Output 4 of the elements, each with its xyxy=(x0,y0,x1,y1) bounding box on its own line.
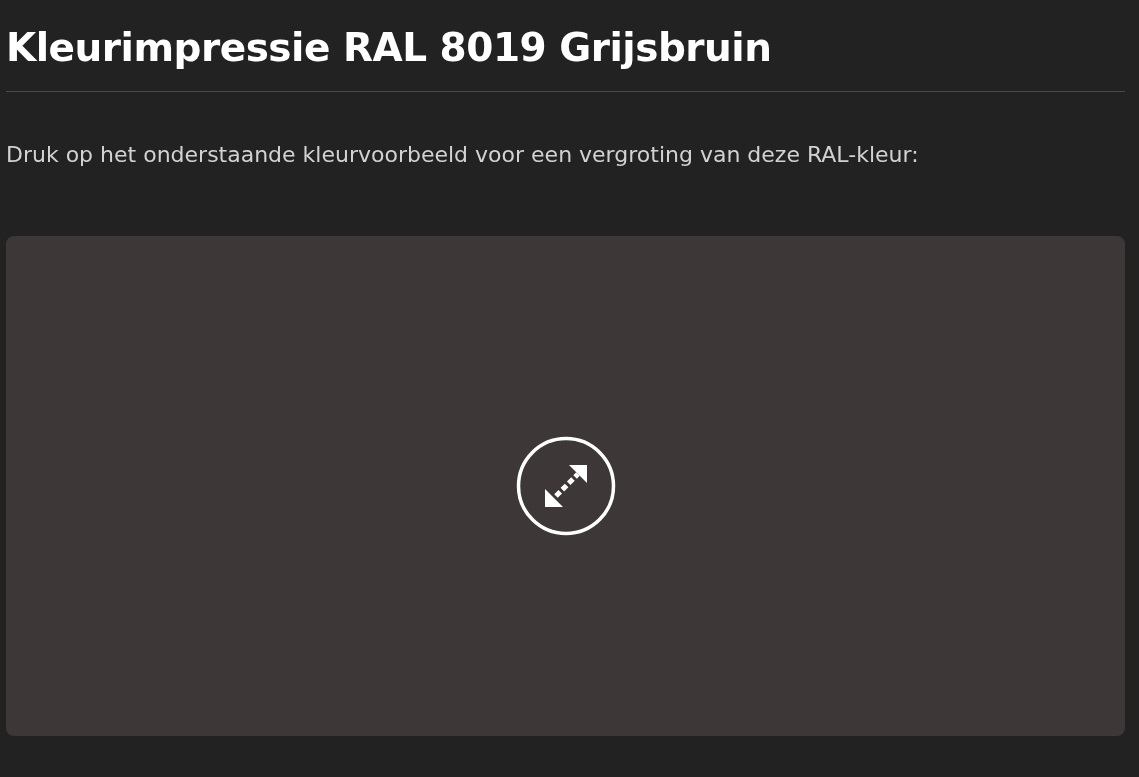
color-swatch[interactable] xyxy=(6,236,1125,736)
page-title: Kleurimpressie RAL 8019 Grijsbruin xyxy=(6,24,772,72)
expand-icon xyxy=(515,436,616,536)
intro-text: Druk op het onderstaande kleurvoorbeeld voor een vergroting van deze RAL-kleur: xyxy=(6,141,919,169)
